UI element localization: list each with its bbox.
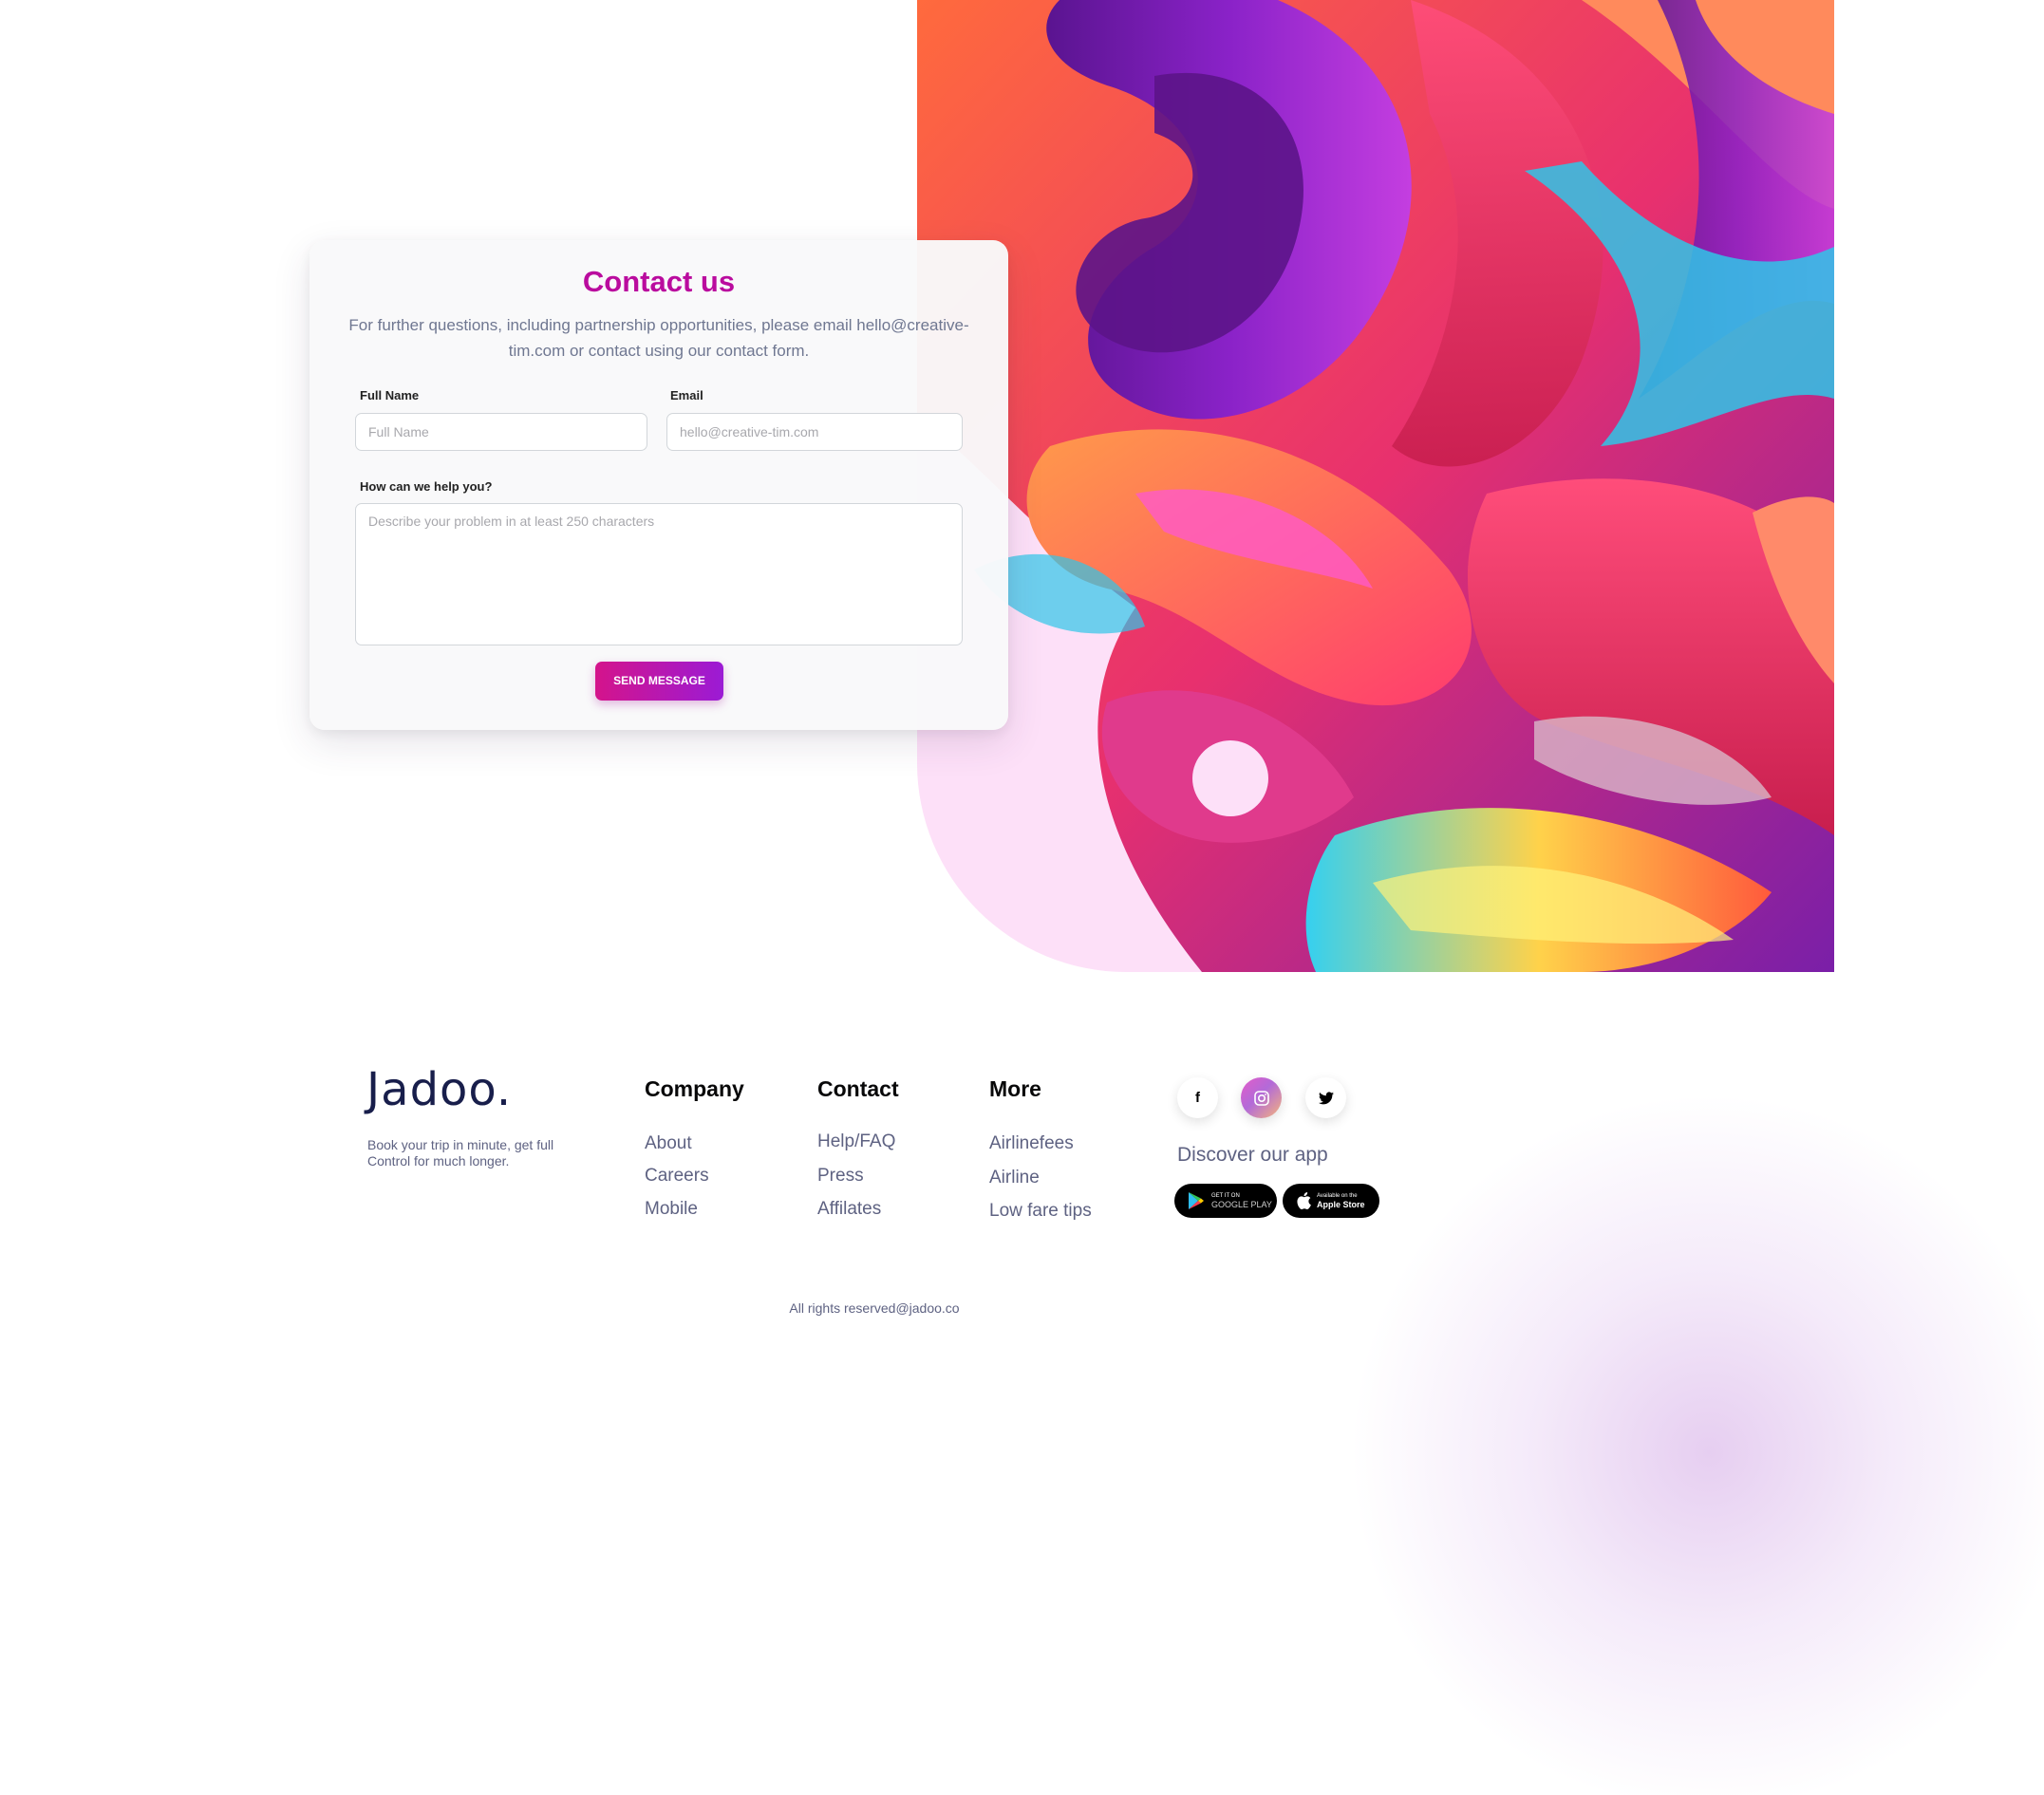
- footer-link-careers[interactable]: Careers: [645, 1166, 709, 1187]
- app-store-small-text: Available on the: [1317, 1192, 1358, 1199]
- footer-link-low-fare-tips[interactable]: Low fare tips: [989, 1201, 1092, 1222]
- footer-link-help-faq[interactable]: Help/FAQ: [817, 1131, 895, 1152]
- contact-title: Contact us: [582, 265, 736, 298]
- app-store-badge[interactable]: Available on the Apple Store: [1283, 1184, 1379, 1218]
- google-play-big-text: GOOGLE PLAY: [1211, 1199, 1272, 1209]
- full-name-label: Full Name: [360, 388, 420, 402]
- contact-heading: Contact: [817, 1076, 899, 1101]
- app-store-big-text: Apple Store: [1317, 1199, 1365, 1209]
- abstract-swirl-image: [917, 0, 1834, 972]
- copyright-text: All rights reserved@jadoo.co: [789, 1300, 960, 1316]
- contact-card: Contact us For further questions, includ…: [309, 240, 1008, 730]
- email-label: Email: [670, 388, 703, 402]
- footer-link-airlinefees[interactable]: Airlinefees: [989, 1133, 1074, 1154]
- facebook-button[interactable]: f: [1177, 1077, 1218, 1118]
- google-play-icon: [1189, 1192, 1204, 1209]
- footer-link-about[interactable]: About: [645, 1133, 692, 1154]
- full-name-input[interactable]: Full Name: [355, 413, 647, 451]
- company-heading: Company: [645, 1076, 744, 1101]
- twitter-icon: [1318, 1091, 1334, 1104]
- background-glow: [1348, 1092, 2044, 1795]
- twitter-button[interactable]: [1305, 1077, 1346, 1118]
- footer-tagline: Book your trip in minute, get full Contr…: [367, 1137, 554, 1169]
- send-message-button[interactable]: SEND MESSAGE: [595, 662, 723, 701]
- instagram-button[interactable]: [1241, 1077, 1282, 1118]
- footer-link-airline[interactable]: Airline: [989, 1168, 1040, 1188]
- message-label: How can we help you?: [360, 479, 493, 494]
- more-heading: More: [989, 1076, 1041, 1101]
- hero-artwork: [917, 0, 1834, 972]
- apple-icon: [1297, 1192, 1311, 1209]
- footer-link-mobile[interactable]: Mobile: [645, 1199, 698, 1220]
- discover-app-text: Discover our app: [1177, 1144, 1328, 1166]
- google-play-badge[interactable]: GET IT ON GOOGLE PLAY: [1174, 1184, 1277, 1218]
- contact-description: For further questions, including partner…: [348, 316, 969, 360]
- footer-link-press[interactable]: Press: [817, 1166, 864, 1187]
- message-textarea[interactable]: Describe your problem in at least 250 ch…: [355, 503, 963, 645]
- instagram-icon: [1253, 1090, 1269, 1106]
- footer-link-affilates[interactable]: Affilates: [817, 1199, 881, 1220]
- google-play-small-text: GET IT ON: [1211, 1192, 1240, 1199]
- email-input[interactable]: hello@creative-tim.com: [666, 413, 963, 451]
- facebook-icon: f: [1195, 1090, 1200, 1106]
- jadoo-logo[interactable]: Jadoo.: [366, 1063, 512, 1116]
- page: Contact us For further questions, includ…: [0, 0, 2044, 1795]
